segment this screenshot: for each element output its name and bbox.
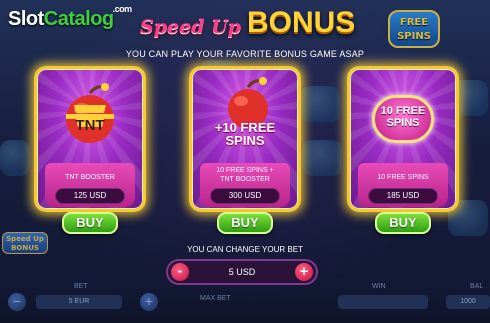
balance-value-box: 1000: [446, 295, 490, 309]
card-description: 10 FREE SPINS + TNT BOOSTER: [216, 167, 274, 183]
win-value-box: [338, 295, 428, 309]
bonus-card-tnt: TNT TNT BOOSTER 125 USD: [34, 66, 146, 212]
page-title: Speed Up BONUS: [140, 6, 356, 39]
card-price: 185 USD: [368, 188, 438, 204]
slotcatalog-logo: SlotCatalog .com: [8, 4, 132, 30]
card-price: 300 USD: [210, 188, 280, 204]
buy-button-free-spins[interactable]: BUY: [375, 212, 431, 234]
free-spins-corner-badge: FREE SPINS: [388, 10, 440, 48]
bet-stepper: - 5 USD +: [166, 259, 318, 285]
title-script: Speed Up: [140, 16, 241, 38]
card-description: 10 FREE SPINS: [377, 174, 429, 181]
free-spins-art-text: +10 FREE SPINS: [214, 120, 276, 148]
bonus-card-free-spins: 10 FREE SPINS 10 FREE SPINS 185 USD: [347, 66, 459, 212]
buy-button-tnt[interactable]: BUY: [62, 212, 118, 234]
free-spins-art-text: 10 FREE SPINS: [380, 105, 426, 129]
tnt-apple-bomb-icon: [66, 83, 114, 143]
balance-caption: BAL: [470, 283, 484, 290]
bet-value-box: 5 EUR: [36, 295, 122, 309]
bet-increase-button[interactable]: +: [295, 263, 313, 281]
win-caption: WIN: [372, 283, 386, 290]
plus-icon: +: [140, 293, 158, 311]
max-bet-caption: MAX BET: [200, 295, 231, 302]
bonus-card-free-spins-tnt: +10 FREE SPINS 10 FREE SPINS + TNT BOOST…: [189, 66, 301, 212]
tnt-art-text: TNT: [75, 117, 105, 134]
page-subtitle: YOU CAN PLAY YOUR FAVORITE BONUS GAME AS…: [125, 49, 365, 59]
bet-change-label: YOU CAN CHANGE YOUR BET: [187, 245, 303, 254]
bet-caption: BET: [74, 283, 88, 290]
background-control-bar: BET 5 EUR − + MAX BET WIN BAL 1000: [0, 279, 490, 323]
buy-button-free-spins-tnt[interactable]: BUY: [217, 212, 273, 234]
card-description: TNT BOOSTER: [65, 174, 115, 181]
bet-decrease-button[interactable]: -: [171, 263, 189, 281]
title-main: BONUS: [246, 6, 356, 39]
bet-value: 5 USD: [228, 267, 256, 277]
card-price: 125 USD: [55, 188, 125, 204]
minus-icon: −: [8, 293, 26, 311]
